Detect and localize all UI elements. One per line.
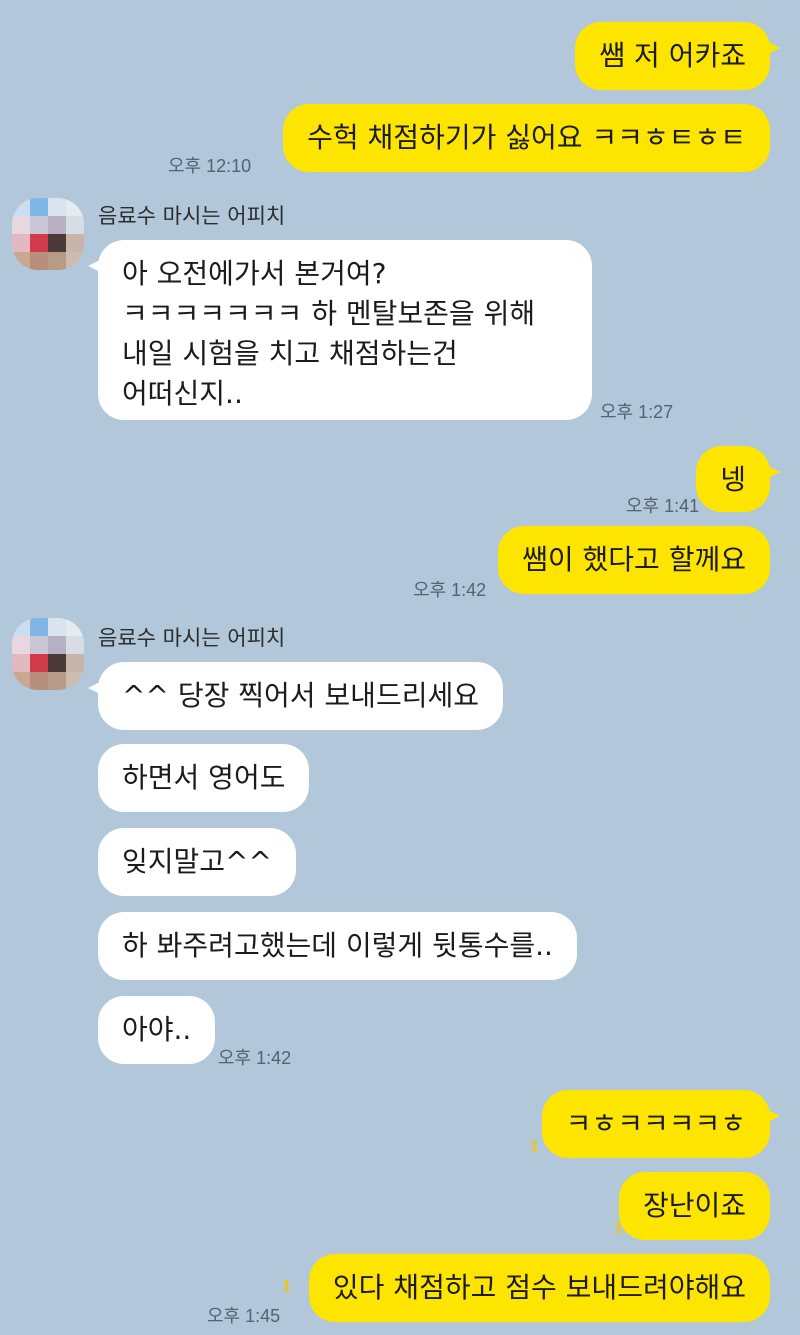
message-timestamp: 오후 1:41 (626, 496, 700, 516)
my-message-bubble[interactable]: 수헉 채점하기가 싫어요 ㅋㅋㅎㅌㅎㅌ (283, 104, 770, 172)
sender-name: 음료수 마시는 어피치 (98, 626, 286, 650)
my-message-bubble[interactable]: 쌤이 했다고 할께요 (498, 526, 770, 594)
my-message-bubble[interactable]: 쌤 저 어카죠 (575, 22, 780, 90)
their-message-bubble[interactable]: ^^ 당장 찍어서 보내드리세요 (88, 662, 503, 730)
unread-count: 1 (530, 1138, 539, 1155)
contact-avatar[interactable] (12, 198, 84, 270)
their-message-bubble[interactable]: 아야.. (98, 996, 216, 1064)
their-message-bubble[interactable]: 하면서 영어도 (98, 744, 310, 812)
their-message-bubble[interactable]: 하 봐주려고했는데 이렇게 뒷통수를.. (98, 912, 577, 980)
their-message-bubble[interactable]: 아 오전에가서 본거여? ㅋㅋㅋㅋㅋㅋㅋ 하 멘탈보존을 위해 내일 시험을 치… (88, 240, 592, 420)
message-timestamp: 오후 12:10 (168, 156, 252, 176)
my-message-bubble[interactable]: 넹 (696, 446, 780, 512)
contact-avatar[interactable] (12, 618, 84, 690)
message-timestamp: 오후 1:27 (600, 402, 674, 422)
message-timestamp: 오후 1:42 (218, 1048, 292, 1068)
my-message-bubble[interactable]: ㅋㅎㅋㅋㅋㅋㅎ (541, 1090, 781, 1158)
my-message-bubble[interactable]: 있다 채점하고 점수 보내드려야해요 (308, 1254, 770, 1322)
unread-count: 1 (282, 1278, 291, 1295)
their-message-bubble[interactable]: 잊지말고^^ (98, 828, 296, 896)
my-message-bubble[interactable]: 장난이죠 (618, 1172, 770, 1240)
message-timestamp: 오후 1:45 (207, 1306, 281, 1326)
sender-name: 음료수 마시는 어피치 (98, 204, 286, 228)
message-timestamp: 오후 1:42 (413, 580, 487, 600)
